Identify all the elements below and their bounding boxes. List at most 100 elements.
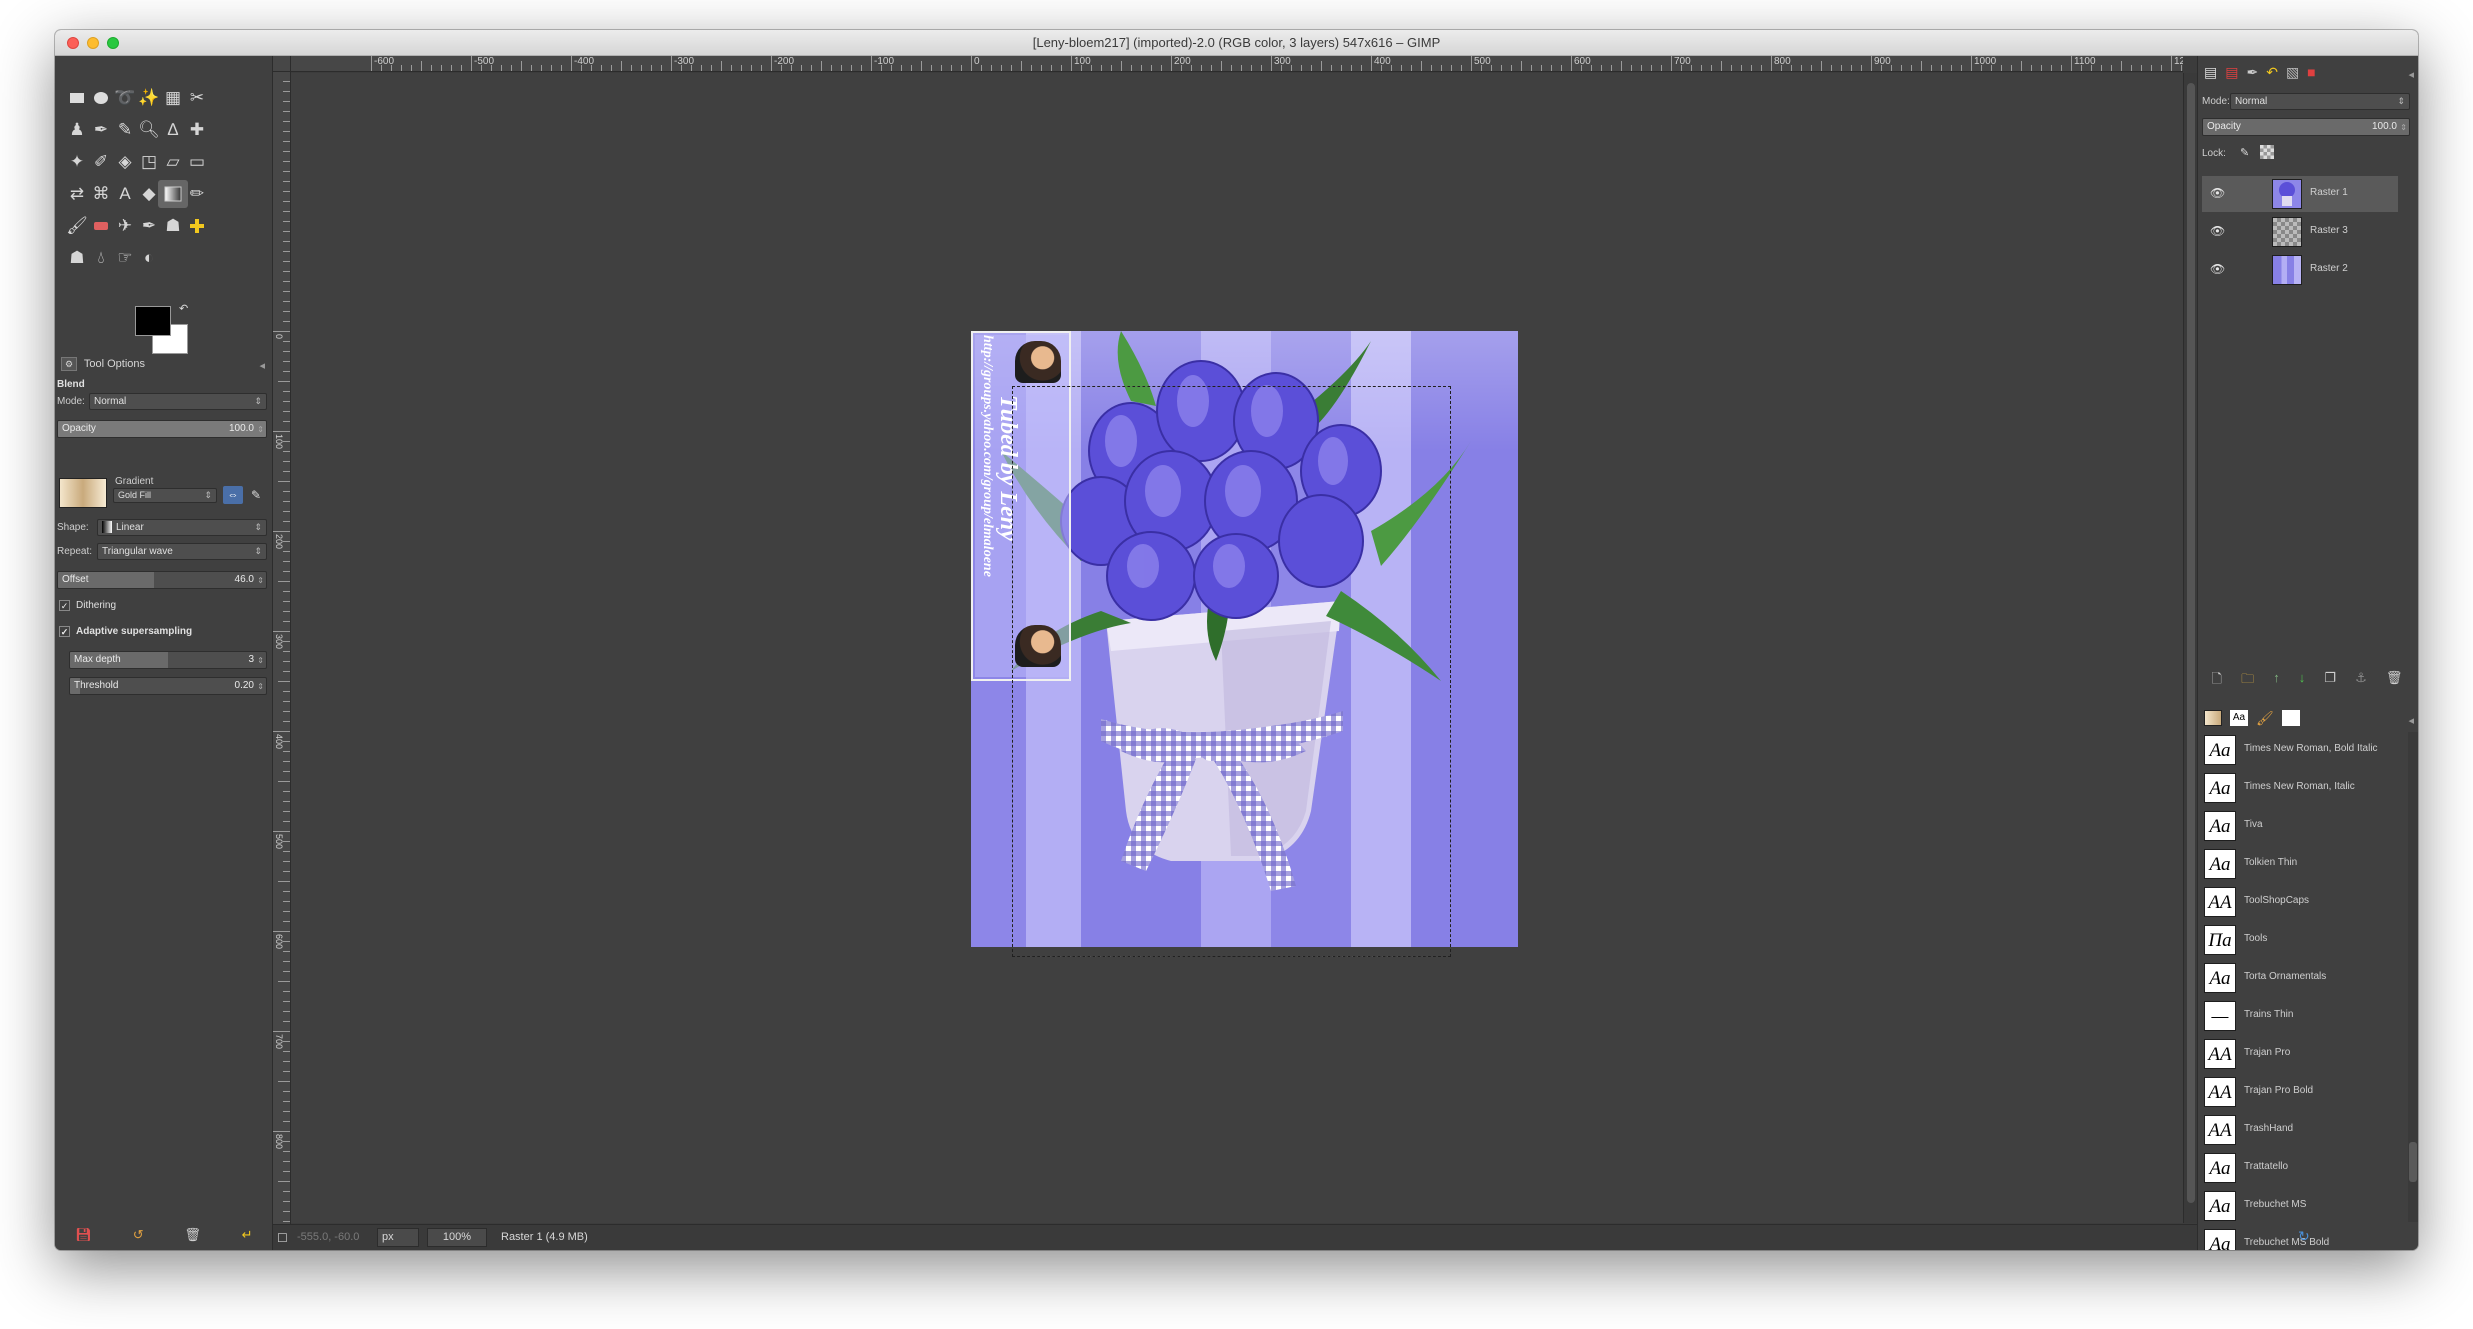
refresh-fonts-icon[interactable]: ↻ [2298,1228,2310,1245]
zoom-window-button[interactable] [107,37,119,49]
gradients-tab-icon[interactable] [2204,710,2222,726]
font-list-item[interactable]: Aa Times New Roman, Bold Italic [2202,732,2392,768]
canvas-area[interactable]: Tubed by Leny http://groups.yahoo.com/gr… [291,73,2183,1223]
font-list-item[interactable]: Aa Trattatello [2202,1150,2392,1186]
adaptive-supersampling-checkbox[interactable]: ✓ Adaptive supersampling [59,626,192,637]
fonts-tab-icon[interactable]: Aa [2230,710,2248,726]
font-list-item[interactable]: Aa Tolkien Thin [2202,846,2392,882]
duplicate-layer-icon[interactable]: ❐ [2324,670,2336,692]
new-layer-icon[interactable]: 🗋︎ [2212,670,2222,692]
font-list-item[interactable]: Aa Tiva [2202,808,2392,844]
panel-menu-icon[interactable]: ◂ [259,356,265,376]
delete-options-icon[interactable]: 🗑︎ [184,1227,201,1243]
new-layer-group-icon[interactable]: 🗀︎ [2241,670,2254,692]
font-list-item[interactable]: AA ToolShopCaps [2202,884,2392,920]
layer-opacity-slider[interactable]: Opacity 100.0 ⇕ [2202,118,2410,136]
layer-row[interactable]: 👁︎ Raster 2 [2202,252,2398,288]
font-list-item[interactable]: Aa Trebuchet MS Bold [2202,1226,2392,1250]
ruler-major-tick [371,56,372,71]
ruler-minor-tick [2031,65,2032,71]
offset-slider[interactable]: Offset 46.0 ⇕ [57,571,267,589]
ruler-minor-tick [283,471,290,472]
vertical-scrollbar[interactable] [2183,73,2197,1223]
font-list-item[interactable]: Aa Times New Roman, Italic [2202,770,2392,806]
heal-icon[interactable] [182,212,212,240]
gradient-name-field[interactable]: Gold Fill [113,488,217,503]
channels-tab-icon[interactable]: ▤ [2225,64,2238,81]
layers-tab-icon[interactable]: ▤ [2204,64,2217,81]
vertical-ruler[interactable]: 0100200300400500600700800900 [273,72,291,1225]
ruler-corner[interactable] [273,56,291,72]
ruler-minor-tick [811,65,812,71]
dodge-burn-icon[interactable]: ◐ [134,244,164,272]
font-list-item[interactable]: AA Trajan Pro Bold [2202,1074,2392,1110]
reverse-gradient-icon[interactable]: ⇔ [223,486,243,504]
font-list-scrollbar[interactable] [2408,732,2418,1222]
layer-visibility-eye-icon[interactable]: 👁︎ [2210,186,2225,200]
font-list-item[interactable]: Πa Tools [2202,922,2392,958]
threshold-spin-icon[interactable]: ⇕ [257,679,264,694]
unit-select[interactable]: px [377,1228,419,1247]
perspective-icon[interactable]: ▭ [182,148,212,176]
font-list-item[interactable]: Aa Torta Ornamentals [2202,960,2392,996]
anchor-layer-icon[interactable]: ⚓︎ [2355,670,2367,692]
delete-layer-icon[interactable]: 🗑︎ [2386,670,2403,692]
offset-spin-icon[interactable]: ⇕ [257,573,264,588]
max-depth-slider[interactable]: Max depth 3 ⇕ [69,651,267,669]
images-tab-icon[interactable]: ▧ [2286,64,2299,81]
ruler-minor-tick [283,1091,290,1092]
max-depth-spin-icon[interactable]: ⇕ [257,653,264,668]
layer-visibility-eye-icon[interactable]: 👁︎ [2210,224,2225,238]
raise-layer-icon[interactable]: ↑ [2273,670,2280,692]
fonts-panel-menu-icon[interactable]: ◂ [2408,714,2414,727]
lower-layer-icon[interactable]: ↓ [2299,670,2306,692]
swap-colors-icon[interactable]: ↶ [179,302,188,315]
font-list-item[interactable]: — Trains Thin [2202,998,2392,1034]
colors-tab-icon[interactable]: ■ [2307,64,2315,81]
edit-gradient-icon[interactable]: ✎ [251,488,261,502]
ruler-label: 400 [1374,56,1391,67]
vertical-scroll-thumb[interactable] [2187,83,2195,1203]
lock-pixels-icon[interactable]: ✎ [2240,146,2249,159]
reset-options-icon[interactable]: ↵ [242,1227,253,1243]
save-options-icon[interactable]: 💾︎ [75,1227,92,1243]
ruler-label: 100 [1074,56,1091,67]
dithering-checkbox[interactable]: ✓ Dithering [59,600,116,611]
layer-visibility-eye-icon[interactable]: 👁︎ [2210,262,2225,276]
brushes-tab-icon[interactable]: 🖌︎ [2256,710,2274,727]
close-window-button[interactable] [67,37,79,49]
patterns-tab-icon[interactable] [2281,710,2300,726]
font-list-item[interactable]: AA TrashHand [2202,1112,2392,1148]
ruler-minor-tick [283,901,290,902]
font-list-item[interactable]: Aa Trebuchet MS [2202,1188,2392,1224]
scissors-icon[interactable]: ✂ [182,84,212,112]
horizontal-ruler[interactable]: -600 -500 -400 -300 -200 -100 0 100 200 300 400 500… [291,56,2183,72]
gradient-preview[interactable] [59,478,107,508]
ruler-minor-tick [283,91,290,92]
foreground-color-swatch[interactable] [135,306,171,336]
repeat-select[interactable]: Triangular wave [97,543,267,560]
selection-marquee[interactable] [1012,386,1451,957]
restore-options-icon[interactable]: ↺ [133,1227,144,1243]
navigate-icon[interactable]: ☐ [277,1231,288,1245]
undo-history-tab-icon[interactable]: ↶ [2266,64,2278,81]
layer-mode-select[interactable]: Normal [2230,93,2410,110]
layer-row[interactable]: 👁︎ Raster 1 [2202,176,2398,212]
opacity-slider[interactable]: Opacity 100.0 ⇕ [57,420,267,438]
paths-tab-icon[interactable]: ✒ [2246,64,2258,81]
opacity-spin-icon[interactable]: ⇕ [257,422,264,437]
tool-options-tab[interactable]: ⚙ Tool Options ◂ [57,354,269,374]
move-icon[interactable]: ✚ [182,116,212,144]
mode-select[interactable]: Normal [89,393,267,410]
layers-panel-menu-icon[interactable]: ◂ [2408,68,2414,81]
pencil-icon[interactable]: ✏ [182,180,212,208]
threshold-slider[interactable]: Threshold 0.20 ⇕ [69,677,267,695]
zoom-select[interactable]: 100% [427,1228,487,1247]
layer-opacity-spin-icon[interactable]: ⇕ [2400,120,2407,135]
layer-row[interactable]: 👁︎ Raster 3 [2202,214,2398,250]
font-list-item[interactable]: AA Trajan Pro [2202,1036,2392,1072]
minimize-window-button[interactable] [87,37,99,49]
shape-select[interactable]: Linear [97,519,267,536]
font-list-scroll-thumb[interactable] [2409,1142,2417,1182]
lock-alpha-icon[interactable] [2260,145,2274,159]
